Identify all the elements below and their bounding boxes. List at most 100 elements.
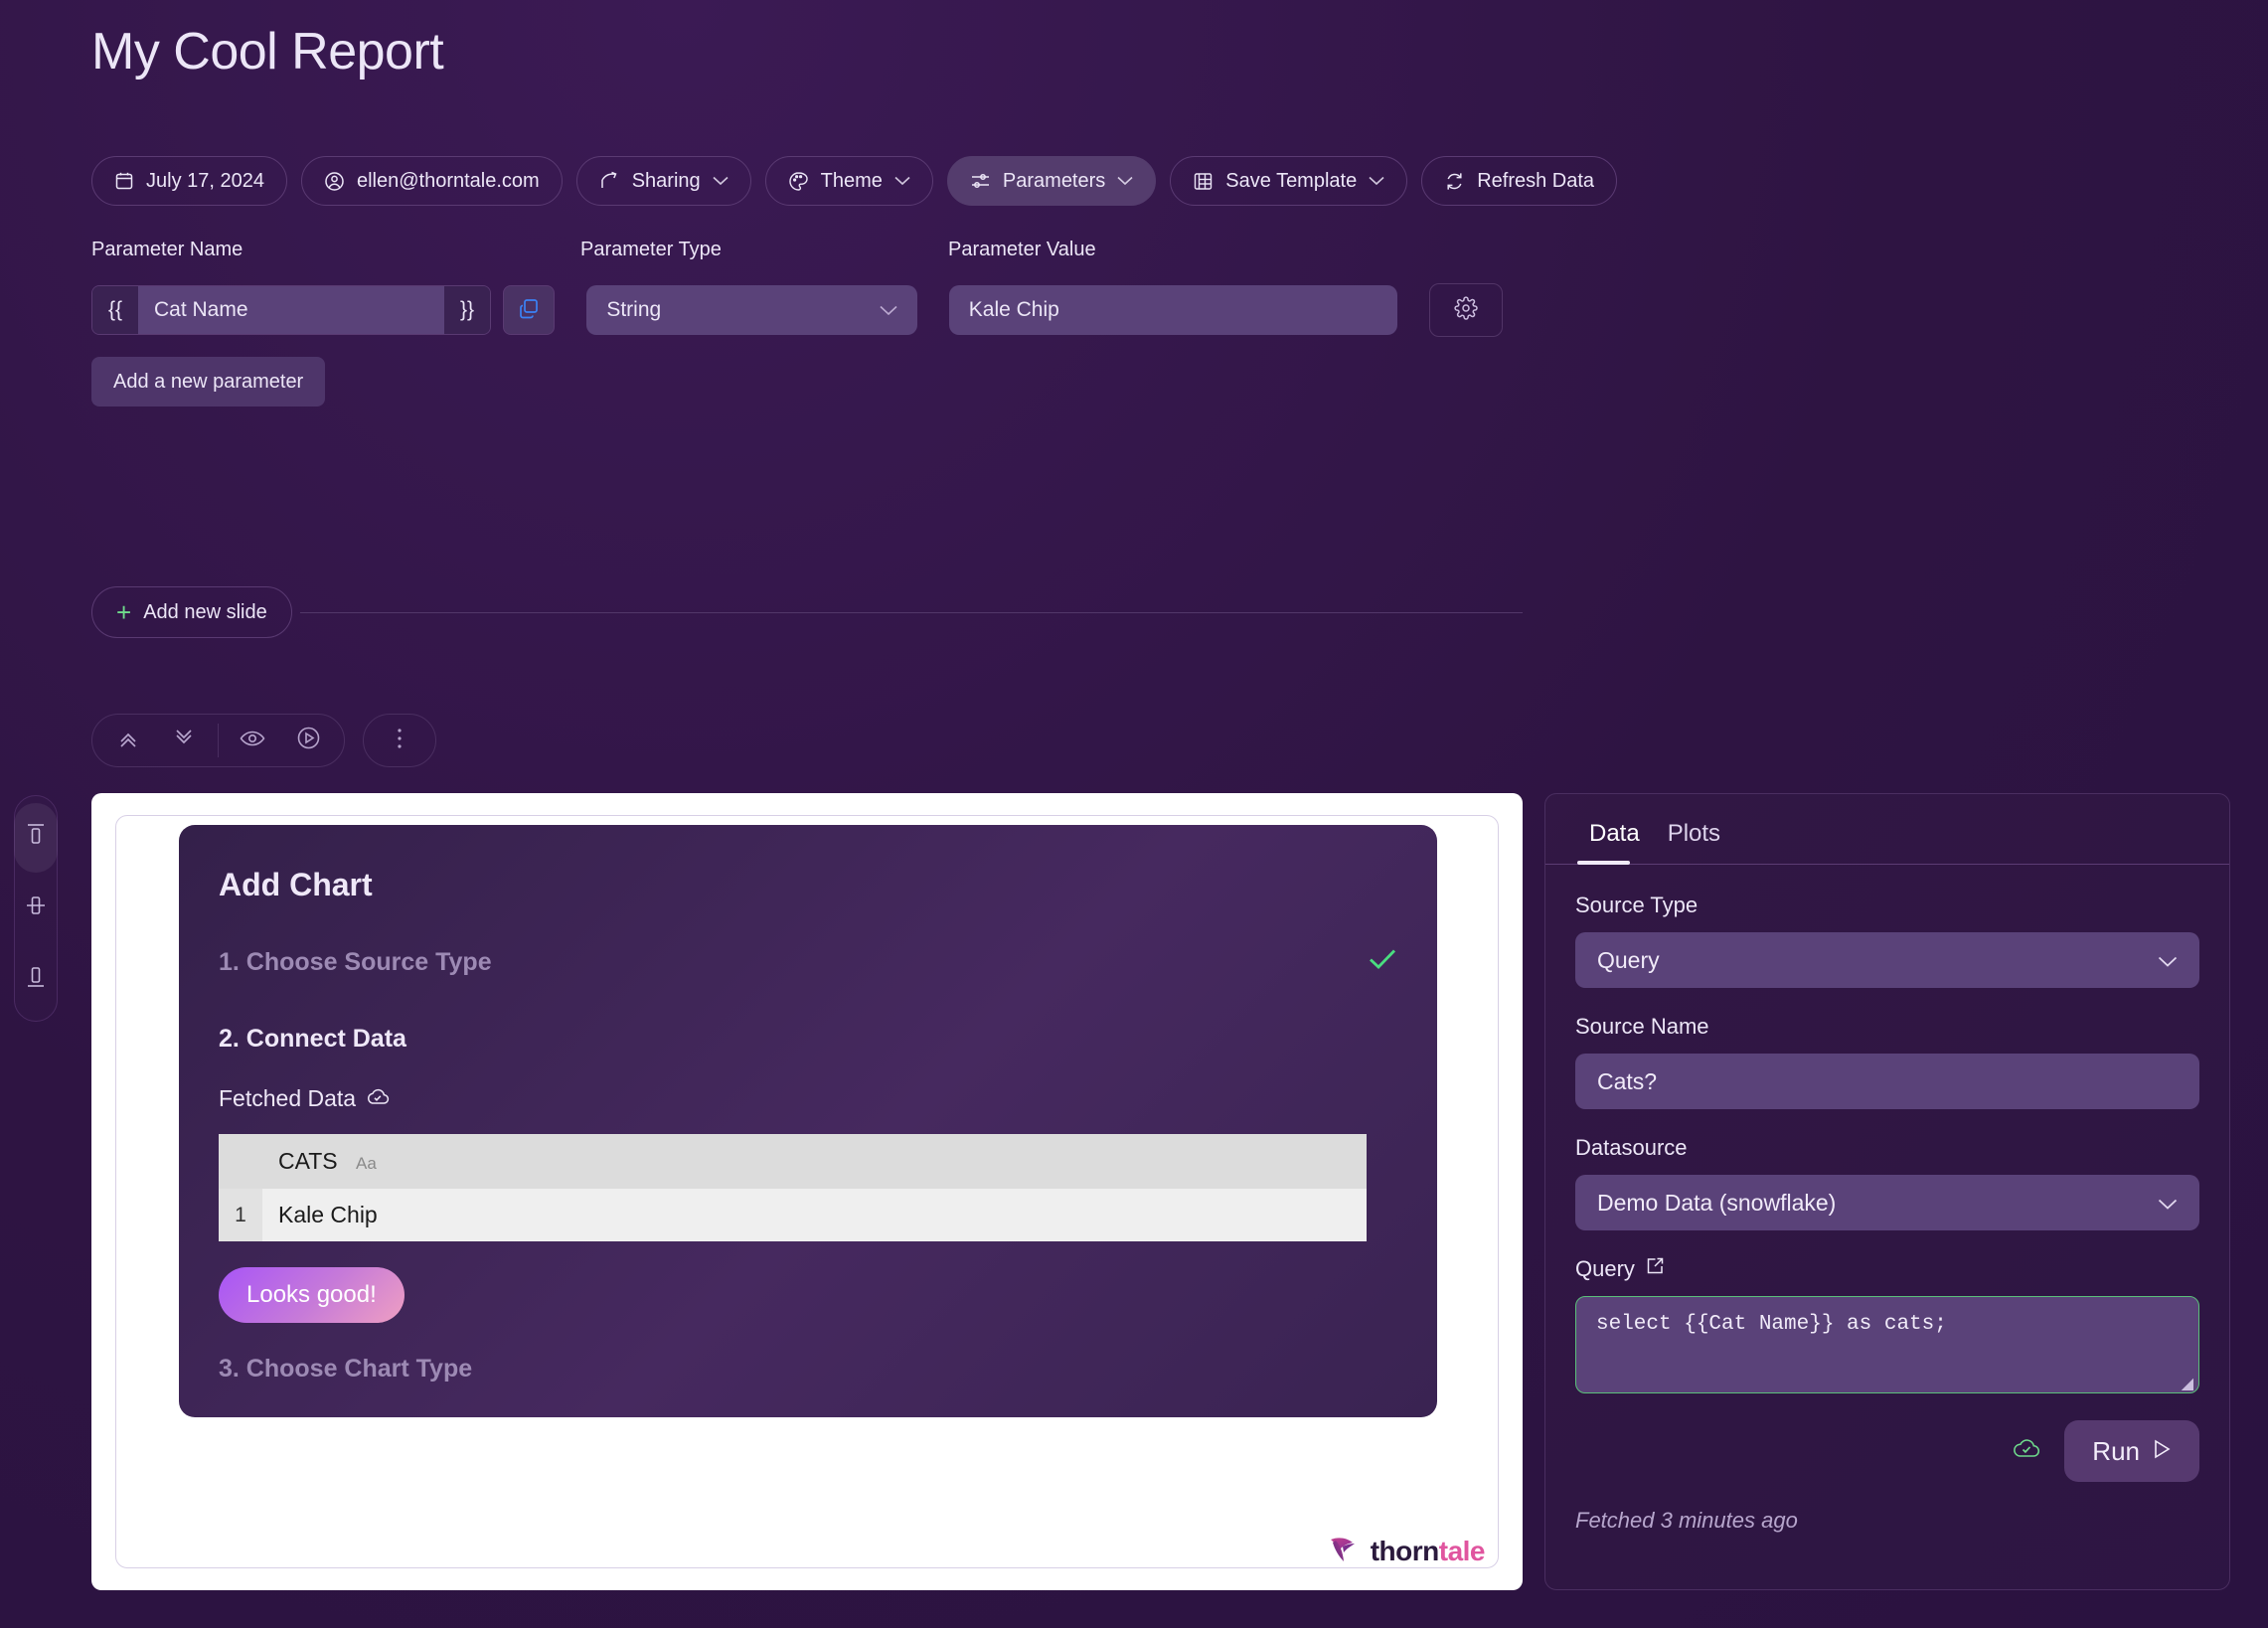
align-bottom-icon [25,964,47,995]
divider [299,611,1523,613]
left-alignment-rail [14,795,58,1022]
slide-toolbar [91,714,436,767]
thorntale-logo: thorntale [1329,1534,1486,1568]
external-link-icon[interactable] [1645,1256,1665,1282]
sharing-button[interactable]: Sharing [575,156,751,206]
slide-more-group [363,714,436,767]
parameter-type-select[interactable]: String [586,285,917,335]
source-type-select[interactable]: Query [1575,932,2199,988]
chevron-down-icon [894,176,910,186]
fetched-data-table: CATS Aa 1 Kale Chip [219,1134,1367,1241]
chevron-down-icon [1369,176,1384,186]
calendar-icon [114,171,134,191]
query-label: Query [1575,1256,1635,1281]
cloud-check-icon [2013,1438,2040,1465]
source-type-label: Source Type [1575,893,1699,917]
step-2-label: 2. Connect Data [219,1025,406,1053]
copy-icon [518,297,540,324]
add-chart-title: Add Chart [219,867,373,902]
add-chart-step-2[interactable]: 2. Connect Data [219,1025,1397,1054]
run-query-button[interactable]: Run [2064,1420,2199,1482]
align-top-button[interactable] [14,802,58,873]
theme-button[interactable]: Theme [764,156,933,206]
run-slide-button[interactable] [280,715,336,766]
query-actions-row: Run [1575,1420,2199,1482]
save-template-button[interactable]: Save Template [1170,156,1408,206]
align-top-icon [25,822,47,853]
fetched-data-label-row: Fetched Data [219,1085,1397,1112]
date-label: July 17, 2024 [146,169,264,192]
parameter-value-input[interactable] [948,285,1398,335]
source-name-input[interactable] [1575,1054,2199,1109]
looks-good-button[interactable]: Looks good! [219,1267,405,1323]
align-middle-button[interactable] [14,874,58,943]
check-icon [1368,945,1397,979]
theme-label: Theme [820,169,883,192]
add-chart-modal: Add Chart 1. Choose Source Type 2. Conne… [179,825,1437,1417]
divider [218,724,219,757]
step-1-label: 1. Choose Source Type [219,947,492,976]
parameters-header-row: Parameter Name Parameter Type Parameter … [91,239,1503,261]
add-slide-row: + Add new slide [91,586,1523,638]
datasource-select[interactable]: Demo Data (snowflake) [1575,1175,2199,1230]
cloud-check-icon [366,1085,390,1112]
parameters-button[interactable]: Parameters [946,156,1157,206]
chevron-down-icon [2158,1190,2178,1217]
eye-icon [240,727,265,755]
add-chart-step-3[interactable]: 3. Choose Chart Type [219,1355,1397,1384]
copy-parameter-button[interactable] [502,285,556,335]
add-chart-step-1[interactable]: 1. Choose Source Type [219,945,1397,979]
refresh-data-button[interactable]: Refresh Data [1421,156,1618,206]
column-type-hint: Aa [356,1154,377,1173]
fetched-timestamp: Fetched 3 minutes ago [1575,1508,1798,1533]
brand-name: thorntale [1370,1535,1486,1567]
save-template-label: Save Template [1225,169,1358,192]
table-row: 1 Kale Chip [219,1189,1367,1241]
datasource-value: Demo Data (snowflake) [1597,1189,1837,1216]
panel-body: Source Type Query Source Name Datasource… [1545,865,2229,1534]
refresh-data-label: Refresh Data [1477,169,1595,192]
chevron-down-icon [713,176,729,186]
add-new-parameter-button[interactable]: Add a new parameter [91,357,326,407]
table-corner-cell [219,1134,262,1189]
run-label: Run [2092,1435,2140,1466]
parameter-name-header: Parameter Name [91,239,243,260]
chevron-down-icon [880,298,897,322]
tab-data[interactable]: Data [1575,820,1654,865]
refresh-icon [1444,171,1465,192]
parameter-name-input[interactable] [138,286,444,334]
date-button[interactable]: July 17, 2024 [91,156,287,206]
account-button[interactable]: ellen@thorntale.com [300,156,563,206]
chevron-down-icon [2158,947,2178,974]
tab-plots[interactable]: Plots [1654,820,1734,864]
template-icon [1193,171,1214,192]
query-textarea[interactable] [1575,1296,2199,1393]
table-cell: Kale Chip [262,1189,1367,1241]
move-down-button[interactable] [156,715,212,766]
table-head: CATS Aa [219,1134,1367,1189]
parameter-name-field-group: {{ }} [91,285,491,335]
parameters-section: Parameter Name Parameter Type Parameter … [91,239,1503,407]
source-type-value: Query [1597,946,1660,973]
sharing-label: Sharing [631,169,701,192]
page-title: My Cool Report [91,23,444,81]
fetched-data-label: Fetched Data [219,1085,357,1111]
align-bottom-button[interactable] [14,944,58,1014]
more-vertical-icon [396,726,404,756]
row-number: 1 [219,1189,262,1241]
parameter-row: {{ }} String [91,283,1503,337]
parameter-settings-button[interactable] [1429,283,1503,337]
query-editor-wrap: ◢ [1575,1296,2199,1398]
preview-button[interactable] [225,715,280,766]
chevron-down-icon [1117,176,1133,186]
add-new-slide-button[interactable]: + Add new slide [91,586,292,638]
align-middle-icon [25,893,47,923]
more-options-button[interactable] [372,715,427,766]
user-circle-icon [324,171,345,192]
column-name: CATS [278,1148,338,1174]
brand-thorn: thorn [1370,1535,1440,1566]
account-label: ellen@thorntale.com [356,169,540,192]
table-column-header[interactable]: CATS Aa [262,1134,1367,1189]
parameter-type-value: String [606,298,662,321]
move-up-button[interactable] [100,715,156,766]
